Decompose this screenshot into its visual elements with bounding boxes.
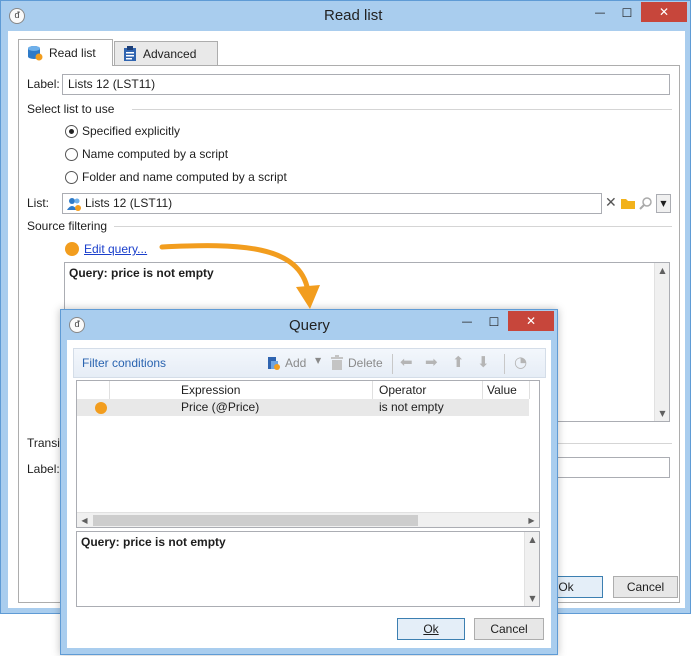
arrow-up-icon[interactable]: ⬆ <box>452 353 465 371</box>
list-icon <box>67 198 81 211</box>
cancel-button-label: Cancel <box>626 580 665 594</box>
delete-button[interactable]: Delete <box>348 356 383 370</box>
edit-query-link[interactable]: Edit query... <box>84 242 147 256</box>
tab-read-list[interactable]: Read list <box>18 39 113 66</box>
close-button[interactable]: ✕ <box>508 311 554 331</box>
title-bar[interactable]: ᵭ Read list — ☐ ✕ <box>1 1 690 31</box>
label-field-label: Label: <box>27 77 60 91</box>
select-list-section-title: Select list to use <box>27 102 115 116</box>
window-title: Read list <box>324 7 383 24</box>
condition-status-icon <box>95 402 107 414</box>
cancel-button-label: Cancel <box>490 622 528 636</box>
radio-button[interactable] <box>65 124 78 138</box>
tab-advanced[interactable]: Advanced <box>114 41 218 65</box>
query-text: Query: price is not empty <box>81 535 226 549</box>
scroll-right-icon[interactable]: ▶ <box>524 513 539 528</box>
column-divider <box>482 381 483 399</box>
arrow-down-icon[interactable]: ⬇ <box>477 353 490 371</box>
table-row[interactable] <box>77 399 529 416</box>
scroll-down-icon[interactable]: ▼ <box>655 406 670 421</box>
column-header-expression[interactable]: Expression <box>181 383 240 397</box>
query-ok-button[interactable]: Ok <box>397 618 465 640</box>
radio-button[interactable] <box>65 147 78 161</box>
maximize-button[interactable]: ☐ <box>481 315 507 335</box>
arrow-annotation <box>159 243 320 309</box>
scrollbar-thumb[interactable] <box>93 515 418 526</box>
list-value: Lists 12 (LST11) <box>85 196 173 210</box>
section-divider <box>114 226 672 227</box>
add-icon[interactable] <box>265 355 281 371</box>
column-divider <box>372 381 373 399</box>
radio-specified-explicitly[interactable]: Specified explicitly <box>65 124 180 138</box>
row-expression[interactable]: Price (@Price) <box>181 400 259 414</box>
vertical-scrollbar[interactable]: ▲ ▼ <box>524 532 539 606</box>
conditions-grid: Expression Operator Value Price (@Price)… <box>76 380 540 528</box>
column-header-value[interactable]: Value <box>487 383 517 397</box>
scroll-up-icon[interactable]: ▲ <box>655 263 670 278</box>
database-icon <box>28 46 43 61</box>
search-icon[interactable] <box>639 196 653 211</box>
column-divider <box>529 381 530 399</box>
app-icon: ᵭ <box>69 317 85 333</box>
list-input[interactable]: Lists 12 (LST11) <box>62 193 602 214</box>
list-field-label: List: <box>27 196 50 210</box>
app-icon: ᵭ <box>9 8 25 24</box>
label-input[interactable]: Lists 12 (LST11) <box>62 74 670 95</box>
maximize-button[interactable]: ☐ <box>614 6 640 26</box>
transition-label: Label: <box>27 462 60 476</box>
radio-label: Folder and name computed by a script <box>82 170 287 184</box>
clear-icon[interactable]: ✕ <box>605 195 617 211</box>
tab-read-list-label: Read list <box>49 46 96 60</box>
radio-name-computed-by-script[interactable]: Name computed by a script <box>65 147 228 161</box>
chevron-down-icon[interactable]: ▼ <box>656 194 671 213</box>
horizontal-scrollbar[interactable]: ◀ ▶ <box>77 512 539 527</box>
transition-section-title: Transi <box>27 436 60 450</box>
query-dialog: ᵭ Query — ☐ ✕ Filter conditions Add ▼ De… <box>60 309 558 655</box>
minimize-button[interactable]: — <box>587 6 613 26</box>
ok-button-label: Ok <box>558 580 574 594</box>
distribution-icon[interactable]: ◔ <box>514 353 527 371</box>
radio-folder-and-name-computed[interactable]: Folder and name computed by a script <box>65 170 287 184</box>
vertical-scrollbar[interactable]: ▲ ▼ <box>654 263 669 421</box>
arrow-left-icon[interactable]: ⬅ <box>400 353 413 371</box>
query-text-box: Query: price is not empty ▲ ▼ <box>76 531 540 607</box>
radio-label: Specified explicitly <box>82 124 181 138</box>
query-client: Filter conditions Add ▼ Delete ⬅ ➡ ⬆ ⬇ ◔ <box>67 340 551 648</box>
add-button[interactable]: Add <box>285 356 306 370</box>
column-divider <box>109 381 110 399</box>
close-button[interactable]: ✕ <box>641 2 687 22</box>
toolbar-separator <box>392 354 393 374</box>
filter-status-icon <box>65 242 79 256</box>
trash-icon <box>331 355 343 370</box>
chevron-down-icon[interactable]: ▼ <box>315 356 321 365</box>
column-header-operator[interactable]: Operator <box>379 383 426 397</box>
scroll-down-icon[interactable]: ▼ <box>525 591 540 606</box>
scroll-left-icon[interactable]: ◀ <box>77 513 92 528</box>
clipboard-icon <box>124 45 136 61</box>
ok-button-label: Ok <box>423 622 439 636</box>
section-divider <box>132 109 672 110</box>
radio-label: Name computed by a script <box>82 147 229 161</box>
query-cancel-button[interactable]: Cancel <box>474 618 544 640</box>
radio-button[interactable] <box>65 170 78 184</box>
folder-icon[interactable] <box>621 197 636 210</box>
scroll-up-icon[interactable]: ▲ <box>525 532 540 547</box>
arrow-right-icon[interactable]: ➡ <box>425 353 438 371</box>
filter-conditions-title: Filter conditions <box>82 356 167 370</box>
query-toolbar: Filter conditions Add ▼ Delete ⬅ ➡ ⬆ ⬇ ◔ <box>73 348 546 378</box>
minimize-button[interactable]: — <box>454 315 480 335</box>
row-operator[interactable]: is not empty <box>379 400 444 414</box>
tab-advanced-label: Advanced <box>143 46 197 61</box>
toolbar-separator <box>504 354 505 374</box>
source-filtering-section-title: Source filtering <box>27 219 108 233</box>
cancel-button[interactable]: Cancel <box>613 576 678 598</box>
